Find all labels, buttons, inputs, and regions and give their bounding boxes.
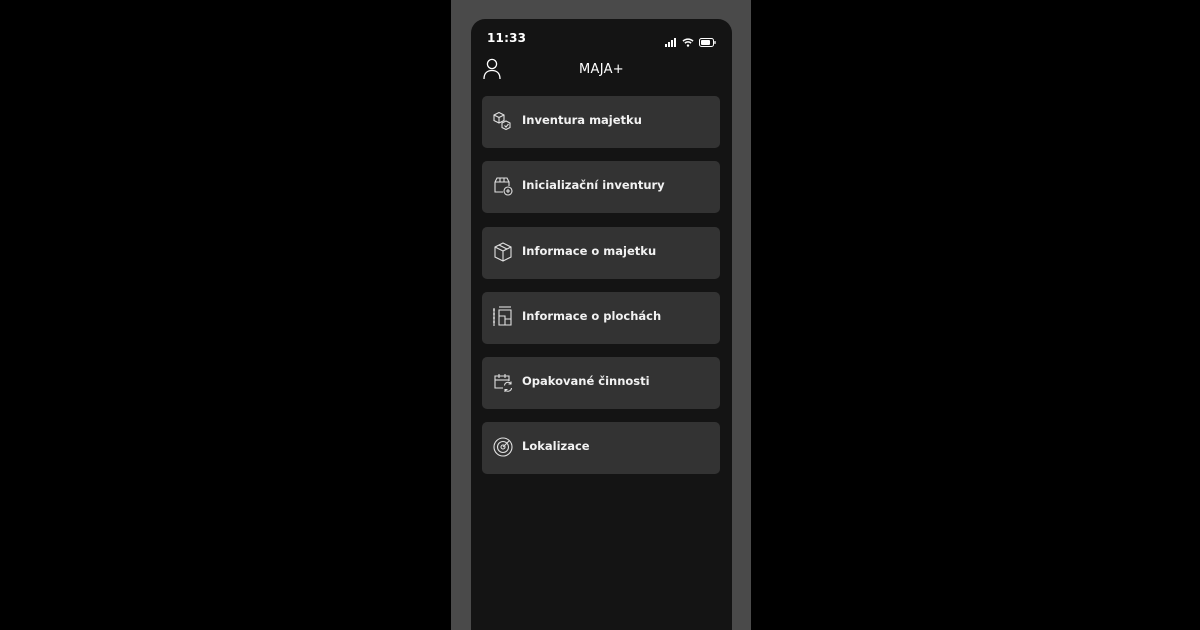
menu-item-label: Opakované činnosti	[522, 374, 650, 389]
box-add-icon	[491, 174, 515, 198]
app-header: MAJA+	[471, 57, 732, 89]
app-screen: 11:33 MAJA+ Inventura majetku Inicializa…	[471, 19, 732, 630]
menu-item-label: Lokalizace	[522, 439, 590, 454]
boxes-check-icon	[491, 109, 515, 133]
status-bar: 11:33	[471, 19, 732, 57]
wifi-icon	[682, 32, 694, 51]
target-icon	[491, 435, 515, 459]
status-time: 11:33	[487, 31, 527, 45]
signal-icon	[665, 32, 677, 51]
app-title: MAJA+	[578, 62, 624, 77]
menu-item-informace-o-plochach[interactable]: Informace o plochách	[482, 291, 720, 344]
calendar-repeat-icon	[491, 370, 515, 394]
menu-item-label: Inicializační inventury	[522, 178, 665, 193]
cube-icon	[491, 240, 515, 264]
main-menu: Inventura majetku Inicializační inventur…	[482, 96, 720, 488]
menu-item-inicializacni-inventury[interactable]: Inicializační inventury	[482, 161, 720, 214]
menu-item-label: Informace o majetku	[522, 243, 657, 258]
menu-item-inventura-majetku[interactable]: Inventura majetku	[482, 96, 720, 148]
floor-plan-icon	[491, 305, 515, 329]
status-icons	[665, 32, 716, 51]
menu-item-opakovane-cinnosti[interactable]: Opakované činnosti	[482, 357, 720, 410]
battery-icon	[699, 32, 716, 51]
menu-item-label: Informace o plochách	[522, 308, 662, 323]
menu-item-informace-o-majetku[interactable]: Informace o majetku	[482, 226, 720, 279]
menu-item-lokalizace[interactable]: Lokalizace	[482, 422, 720, 475]
menu-item-label: Inventura majetku	[522, 113, 642, 127]
